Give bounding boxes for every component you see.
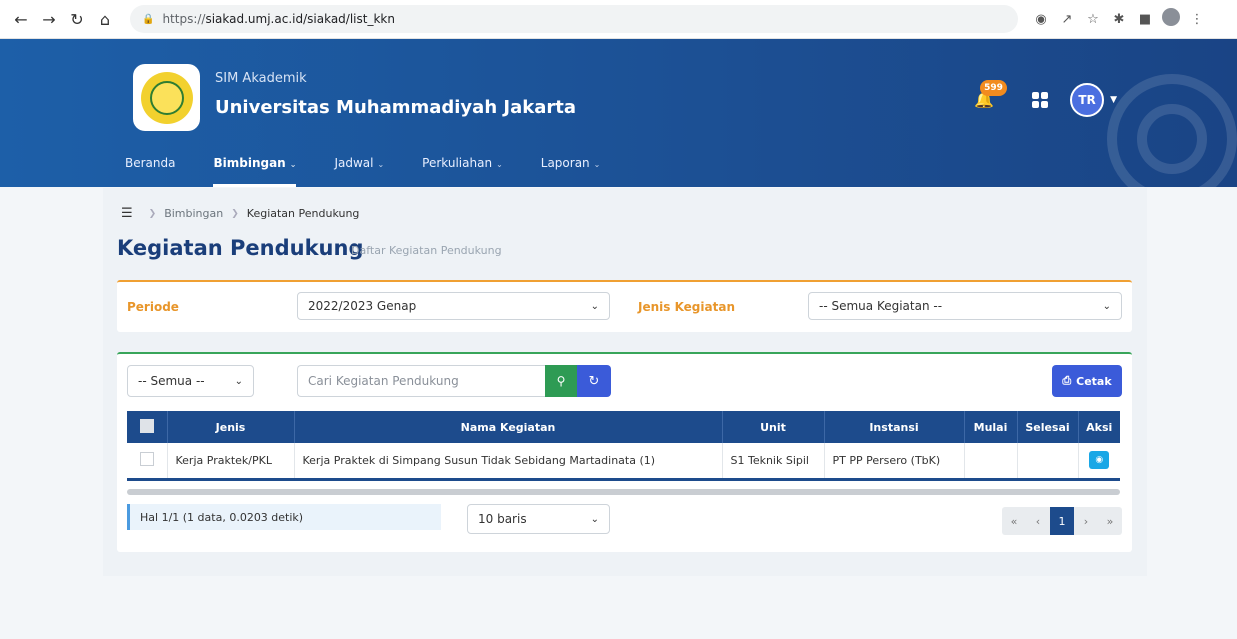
breadcrumb-parent[interactable]: Bimbingan — [164, 207, 223, 220]
col-mulai[interactable]: Mulai — [964, 411, 1018, 443]
periode-select[interactable]: 2022/2023 Genap ⌄ — [297, 292, 610, 320]
kegiatan-table: Jenis Nama Kegiatan Unit Instansi Mulai … — [127, 411, 1120, 481]
chevron-down-icon: ⌄ — [590, 300, 599, 312]
star-icon[interactable]: ☆ — [1080, 12, 1106, 27]
next-page-icon[interactable]: › — [1074, 507, 1098, 535]
nav-laporan[interactable]: Laporan ⌄ — [541, 156, 601, 187]
app-subtitle: SIM Akademik — [215, 71, 307, 86]
search-icon: ⚲ — [556, 374, 566, 388]
share-icon[interactable]: ↗ — [1054, 12, 1080, 27]
search-button[interactable]: ⚲ — [545, 365, 577, 397]
url-protocol: https:// — [162, 12, 206, 26]
extensions-icon[interactable]: ✱ — [1106, 12, 1132, 27]
eye-icon: ◉ — [1095, 455, 1104, 466]
profile-avatar[interactable] — [1158, 8, 1184, 30]
site-header: SIM Akademik Universitas Muhammadiyah Ja… — [0, 39, 1237, 187]
pagination-info: Hal 1/1 (1 data, 0.0203 detik) — [127, 504, 441, 530]
lock-icon: 🔒 — [142, 13, 155, 25]
forward-arrow-icon[interactable]: → — [38, 8, 60, 30]
notification-bell-icon[interactable]: 🔔 599 — [974, 80, 1007, 110]
address-bar[interactable]: 🔒 https://siakad.umj.ac.id/siakad/list_k… — [130, 5, 1018, 33]
app-title: Universitas Muhammadiyah Jakarta — [215, 97, 576, 118]
cell-selesai — [1017, 443, 1079, 481]
pagination: « ‹ 1 › » — [1002, 507, 1122, 535]
eye-icon[interactable]: ◉ — [1028, 12, 1054, 27]
last-page-icon[interactable]: » — [1098, 507, 1122, 535]
chevron-down-icon: ⌄ — [377, 160, 385, 169]
chevron-down-icon: ⌄ — [289, 160, 297, 169]
browser-toolbar: ← → ↻ ⌂ 🔒 https://siakad.umj.ac.id/siaka… — [0, 0, 1237, 39]
row-checkbox[interactable] — [127, 443, 168, 481]
col-selesai[interactable]: Selesai — [1017, 411, 1079, 443]
printer-icon: ⎙ — [1062, 374, 1072, 387]
sidepanel-icon[interactable]: ■ — [1132, 12, 1158, 27]
hamburger-menu-icon[interactable]: ☰ — [121, 206, 133, 221]
main-nav: Beranda Bimbingan ⌄ Jadwal ⌄ Perkuliahan ⌄ … — [125, 156, 638, 187]
chevron-down-icon[interactable]: ▼ — [1110, 95, 1117, 105]
back-arrow-icon[interactable]: ← — [10, 8, 32, 30]
chevron-down-icon: ⌄ — [1102, 300, 1111, 312]
nav-perkuliahan[interactable]: Perkuliahan ⌄ — [422, 156, 503, 187]
cell-jenis: Kerja Praktek/PKL — [167, 443, 295, 481]
breadcrumb: ☰ ❯ Bimbingan ❯ Kegiatan Pendukung — [121, 206, 360, 221]
cell-mulai — [964, 443, 1018, 481]
breadcrumb-current: Kegiatan Pendukung — [246, 207, 360, 220]
reload-icon[interactable]: ↻ — [66, 8, 88, 30]
table-card: -- Semua -- ⌄ Cari Kegiatan Pendukung ⚲ ↻… — [117, 352, 1132, 552]
print-button[interactable]: ⎙ Cetak — [1052, 365, 1122, 397]
refresh-icon: ↻ — [588, 373, 600, 389]
nav-jadwal[interactable]: Jadwal ⌄ — [334, 156, 384, 187]
url-text: siakad.umj.ac.id/siakad/list_kkn — [205, 12, 395, 26]
col-jenis[interactable]: Jenis — [167, 411, 295, 443]
page-subtitle: Daftar Kegiatan Pendukung — [351, 244, 502, 257]
jenis-kegiatan-label: Jenis Kegiatan — [638, 300, 735, 314]
chevron-down-icon: ⌄ — [234, 375, 243, 387]
cell-unit: S1 Teknik Sipil — [722, 443, 825, 481]
user-avatar[interactable]: TR — [1070, 83, 1105, 117]
notification-badge: 599 — [980, 80, 1007, 96]
col-nama-kegiatan[interactable]: Nama Kegiatan — [294, 411, 723, 443]
home-icon[interactable]: ⌂ — [94, 8, 116, 30]
select-all-checkbox[interactable] — [127, 411, 168, 443]
first-page-icon[interactable]: « — [1002, 507, 1026, 535]
apps-grid-icon[interactable] — [1032, 92, 1049, 108]
main-content: ☰ ❯ Bimbingan ❯ Kegiatan Pendukung Kegia… — [103, 188, 1147, 576]
prev-page-icon[interactable]: ‹ — [1026, 507, 1050, 535]
nav-beranda[interactable]: Beranda — [125, 156, 175, 187]
cell-aksi: ◉ — [1078, 443, 1120, 481]
refresh-button[interactable]: ↻ — [577, 365, 611, 397]
cell-instansi: PT PP Persero (TbK) — [824, 443, 965, 481]
col-instansi[interactable]: Instansi — [824, 411, 965, 443]
rows-per-page-select[interactable]: 10 baris ⌄ — [467, 504, 610, 534]
nav-bimbingan[interactable]: Bimbingan ⌄ — [213, 156, 296, 187]
table-row: Kerja Praktek/PKL Kerja Praktek di Simpa… — [127, 443, 1120, 481]
scope-select[interactable]: -- Semua -- ⌄ — [127, 365, 254, 397]
jenis-kegiatan-select[interactable]: -- Semua Kegiatan -- ⌄ — [808, 292, 1122, 320]
col-unit[interactable]: Unit — [722, 411, 825, 443]
chevron-down-icon: ⌄ — [496, 160, 503, 169]
chevron-down-icon: ⌄ — [590, 513, 599, 525]
page-title: Kegiatan Pendukung — [117, 236, 364, 260]
cell-nama-kegiatan: Kerja Praktek di Simpang Susun Tidak Seb… — [294, 443, 723, 481]
kebab-menu-icon[interactable]: ⋮ — [1184, 12, 1210, 27]
search-input[interactable]: Cari Kegiatan Pendukung — [297, 365, 545, 397]
page-button[interactable]: 1 — [1050, 507, 1074, 535]
filter-card: Periode 2022/2023 Genap ⌄ Jenis Kegiatan … — [117, 280, 1132, 332]
university-logo[interactable] — [133, 64, 200, 131]
col-aksi: Aksi — [1078, 411, 1120, 443]
view-button[interactable]: ◉ — [1089, 451, 1110, 470]
chevron-down-icon: ⌄ — [593, 160, 601, 169]
periode-label: Periode — [127, 300, 179, 314]
horizontal-scrollbar[interactable] — [127, 489, 1120, 495]
